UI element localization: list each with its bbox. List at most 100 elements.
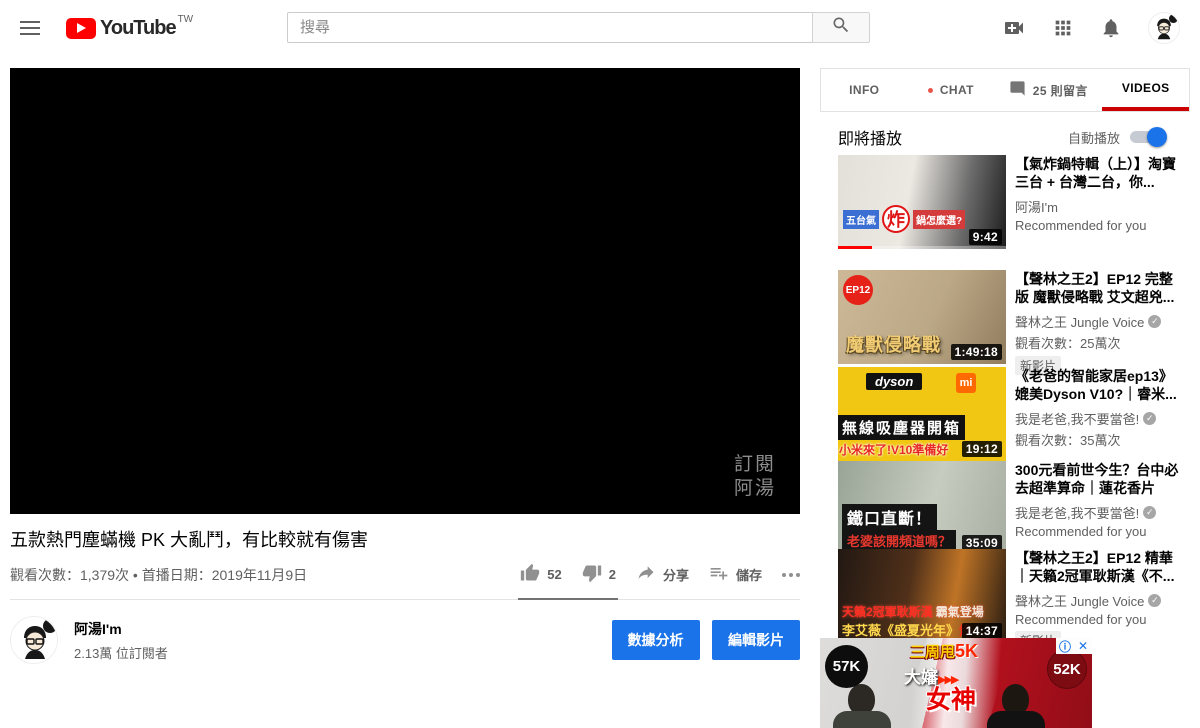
tab-chat-label: CHAT — [939, 83, 974, 97]
video-title[interactable]: 【氣炸鍋特輯（上）】淘寶三台 + 台灣二台，你... — [1015, 155, 1180, 191]
channel-name[interactable]: 阿湯I'm — [74, 619, 168, 639]
logo-region-label: TW — [177, 13, 194, 25]
edit-video-button[interactable]: 編輯影片 — [712, 620, 800, 660]
ad-stat-right: 52K — [1047, 649, 1087, 689]
section-divider — [10, 599, 800, 600]
tab-info-label: INFO — [849, 83, 880, 97]
video-meta: Recommended for you — [1015, 218, 1147, 233]
video-title[interactable]: 《老爸的智能家居ep13》媲美Dyson V10?｜睿米... — [1015, 367, 1180, 403]
thumbnail-overlay-text: 老婆該開頻道嗎？ — [842, 530, 957, 551]
video-meta: Recommended for you — [1015, 612, 1147, 627]
video-info: 【氣炸鍋特輯（上）】淘寶三台 + 台灣二台，你... 阿湯I'm Recomme… — [1015, 155, 1180, 249]
ad-line3: 女神 — [926, 686, 977, 714]
youtube-logo[interactable]: YouTube TW — [66, 13, 194, 41]
search-button[interactable] — [812, 12, 870, 43]
search-form — [287, 12, 870, 43]
more-dots-icon — [782, 572, 786, 577]
tab-info[interactable]: INFO — [821, 69, 908, 111]
channel-avatar[interactable] — [10, 616, 58, 664]
video-channel[interactable]: 聲林之王 Jungle Voice — [1015, 591, 1180, 610]
video-title[interactable]: 【聲林之王2】EP12 完整版 魔獸侵略戰 艾文超兇... — [1015, 270, 1180, 306]
playlist-add-icon — [709, 563, 729, 586]
apps-grid-icon[interactable] — [1052, 17, 1074, 39]
ad-person-before — [832, 684, 892, 728]
youtube-watch-page: YouTube TW 搜尋 訂閱 阿湯 五款熱門塵蟎機 PK 大亂鬥，有比較就有… — [0, 0, 1200, 728]
list-item[interactable]: 鐵口直斷！ 老婆該開頻道嗎？ 35:09 300元看前世今生？台中必去超準算命｜… — [838, 461, 1180, 555]
thumb-text: 五台氣 — [843, 209, 879, 229]
save-button[interactable]: 儲存 — [709, 563, 762, 586]
subscriber-count: 2.13萬 位訂閱者 — [74, 645, 168, 661]
video-title[interactable]: 300元看前世今生？台中必去超準算命｜蓮花香片 — [1015, 461, 1180, 497]
ad-choices: ⓘ ✕ — [1056, 638, 1092, 654]
thumb-text: 炸 — [882, 205, 910, 233]
list-item[interactable]: 天籟2冠軍耿斯漢霸氣登場 李艾薇《盛夏光年》炸 14:37 【聲林之王2】EP1… — [838, 549, 1180, 650]
video-channel[interactable]: 我是老爸,我不要當爸! — [1015, 503, 1180, 522]
autoplay-toggle[interactable] — [1130, 127, 1167, 147]
thumb-text: 霸氣登場 — [935, 605, 984, 619]
tab-chat[interactable]: CHAT — [908, 69, 995, 111]
video-title[interactable]: 【聲林之王2】EP12 精華｜天籟2冠軍耿斯漢《不... — [1015, 549, 1180, 585]
comment-bubble-icon — [1009, 80, 1026, 100]
video-channel[interactable]: 聲林之王 Jungle Voice — [1015, 312, 1180, 331]
channel-name: 阿湯I'm — [1015, 200, 1058, 215]
thumbnail-overlay-text: 五台氣 炸 鍋怎麼選? — [843, 205, 966, 233]
thumbnail-overlay-text: 魔獸侵略戰 — [846, 335, 941, 355]
verified-badge-icon — [1148, 315, 1162, 328]
ad-headline: 三周甩5K — [910, 641, 978, 662]
video-thumbnail[interactable]: EP12 魔獸侵略戰 1:49:18 — [838, 270, 1006, 364]
toggle-knob — [1147, 127, 1167, 147]
video-thumbnail[interactable]: 天籟2冠軍耿斯漢霸氣登場 李艾薇《盛夏光年》炸 14:37 — [838, 549, 1006, 643]
dislike-count: 2 — [608, 567, 616, 582]
video-thumbnail[interactable]: dyson mi 無線吸塵器開箱 小米來了!V10準備好 19:12 — [838, 367, 1006, 461]
verified-badge-icon — [1143, 412, 1157, 425]
list-item[interactable]: 五台氣 炸 鍋怎麼選? 9:42 【氣炸鍋特輯（上）】淘寶三台 + 台灣二台，你… — [838, 155, 1180, 249]
search-input[interactable] — [287, 12, 812, 43]
hamburger-menu-icon[interactable] — [12, 9, 48, 47]
display-ad[interactable]: 57K 52K 三周甩5K 大嬸▶▶▶ 女神 ⓘ ✕ — [820, 638, 1092, 728]
list-item[interactable]: dyson mi 無線吸塵器開箱 小米來了!V10準備好 19:12 《老爸的智… — [838, 367, 1180, 461]
video-channel[interactable]: 阿湯I'm — [1015, 197, 1180, 216]
channel-name: 聲林之王 Jungle Voice — [1015, 315, 1145, 330]
watermark-line-2: 阿湯 — [733, 478, 776, 500]
more-actions-button[interactable] — [782, 572, 800, 577]
ad-headline-number: 5K — [955, 641, 979, 661]
tab-comments-label: 25 則留言 — [1032, 83, 1088, 98]
video-create-icon[interactable] — [1002, 16, 1026, 40]
duration-badge: 19:12 — [961, 441, 1002, 457]
video-meta: 觀看次數：25萬次 — [1015, 336, 1121, 351]
user-avatar[interactable] — [1148, 12, 1180, 44]
video-player[interactable]: 訂閱 阿湯 — [10, 68, 800, 514]
video-channel[interactable]: 我是老爸,我不要當爸! — [1015, 409, 1180, 428]
rating-group: 52 2 — [518, 563, 618, 600]
ad-close-icon[interactable]: ✕ — [1074, 638, 1092, 654]
logo-text: YouTube — [100, 16, 177, 39]
sidebar: INFO CHAT 25 則留言 VIDEOS 即將播放 自動播放 五台氣 炸 … — [820, 68, 1190, 728]
dislike-button[interactable]: 2 — [582, 563, 616, 586]
thumb-up-icon — [520, 563, 540, 586]
video-thumbnail[interactable]: 五台氣 炸 鍋怎麼選? 9:42 — [838, 155, 1006, 249]
video-meta: Recommended for you — [1015, 524, 1147, 539]
analytics-button[interactable]: 數據分析 — [611, 620, 700, 660]
youtube-play-icon — [66, 17, 96, 39]
verified-badge-icon — [1143, 506, 1157, 519]
duration-badge: 1:49:18 — [950, 344, 1002, 360]
like-button[interactable]: 52 — [520, 563, 562, 586]
channel-row: 阿湯I'm 2.13萬 位訂閱者 數據分析 編輯影片 — [10, 616, 800, 664]
tab-comments[interactable]: 25 則留言 — [994, 69, 1102, 111]
video-info: 《老爸的智能家居ep13》媲美Dyson V10?｜睿米... 我是老爸,我不要… — [1015, 367, 1180, 461]
ad-info-icon[interactable]: ⓘ — [1056, 638, 1074, 654]
header-actions — [1002, 0, 1180, 56]
owner-buttons: 數據分析 編輯影片 — [604, 620, 800, 660]
notifications-bell-icon[interactable] — [1100, 17, 1122, 39]
channel-name: 我是老爸,我不要當爸! — [1015, 506, 1140, 521]
chat-unread-dot-icon — [927, 87, 933, 93]
list-item[interactable]: EP12 魔獸侵略戰 1:49:18 【聲林之王2】EP12 完整版 魔獸侵略戰… — [838, 270, 1180, 375]
duration-badge: 14:37 — [961, 623, 1002, 639]
ad-stat-left: 57K — [825, 645, 868, 688]
share-button[interactable]: 分享 — [636, 563, 689, 586]
watch-progress-bar — [838, 246, 872, 249]
tab-videos[interactable]: VIDEOS — [1102, 69, 1190, 111]
video-thumbnail[interactable]: 鐵口直斷！ 老婆該開頻道嗎？ 35:09 — [838, 461, 1006, 555]
upnext-label: 即將播放 — [838, 131, 903, 148]
video-actions: 52 2 分享 儲存 — [518, 563, 800, 600]
